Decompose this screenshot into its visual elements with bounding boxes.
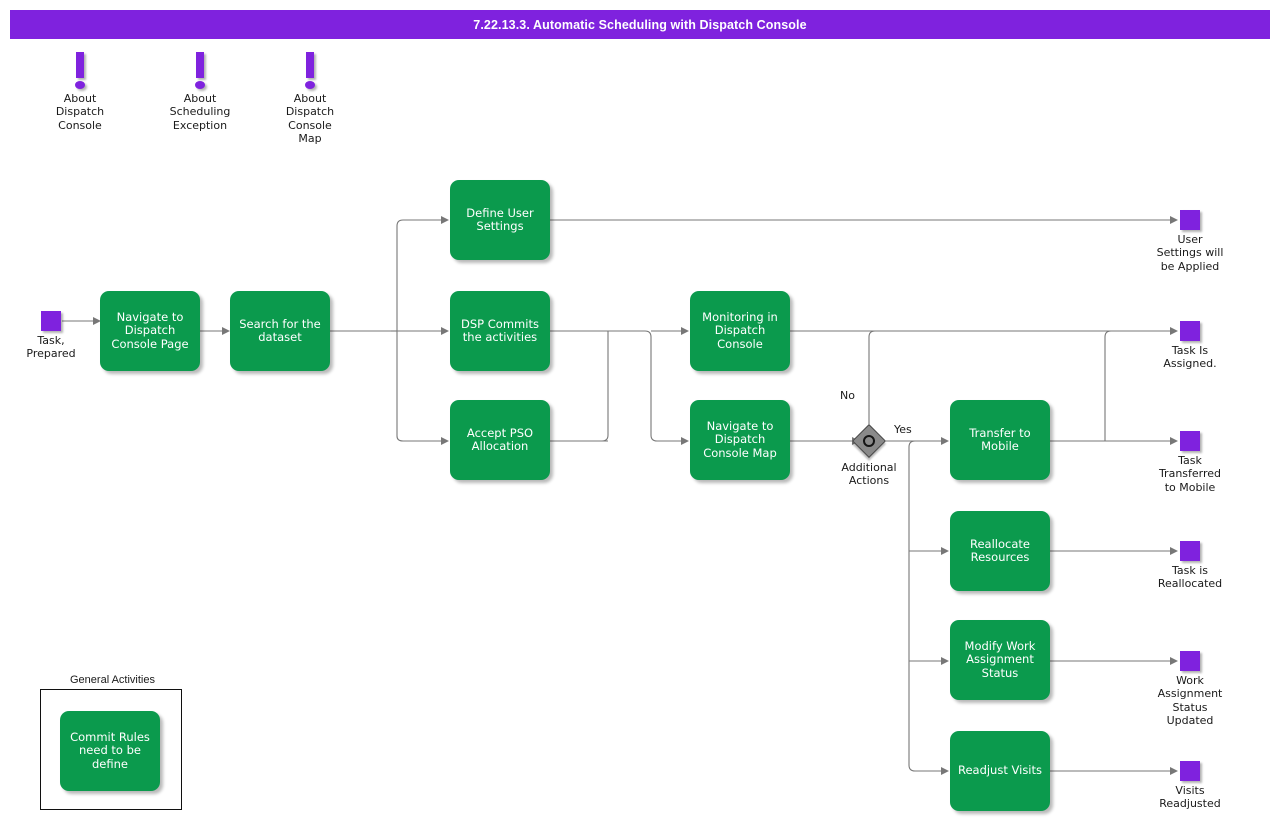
activity-commit-rules-need-to-be-define[interactable]: Commit Rules need to be define [60, 711, 160, 791]
note-about-dispatch-console[interactable]: About Dispatch Console [25, 52, 135, 132]
decision-additional-actions[interactable] [852, 424, 886, 458]
note-about-scheduling-exception[interactable]: About Scheduling Exception [145, 52, 255, 132]
exclamation-note-icon [145, 52, 255, 92]
start-node-marker [41, 311, 61, 331]
arrowhead [681, 437, 689, 445]
end-node-label: Task Transferred to Mobile [1158, 454, 1222, 494]
end-node-work-assignment-status-updated[interactable]: Work Assignment Status Updated [1135, 651, 1245, 728]
decision-label: Additional Actions [841, 461, 897, 488]
activity-accept-pso-allocation[interactable]: Accept PSO Allocation [450, 400, 550, 480]
arrowhead [941, 767, 949, 775]
note-label: About Scheduling Exception [169, 92, 231, 132]
arrowhead [681, 327, 689, 335]
arrowhead [441, 437, 449, 445]
end-node-label: User Settings will be Applied [1156, 233, 1224, 273]
start-node-task-prepared[interactable]: Task, Prepared [0, 311, 106, 361]
note-about-dispatch-console-map[interactable]: About Dispatch Console Map [255, 52, 365, 146]
edge-label-yes: Yes [894, 423, 912, 436]
activity-navigate-to-dispatch-console-map[interactable]: Navigate to Dispatch Console Map [690, 400, 790, 480]
end-node-user-settings-applied[interactable]: User Settings will be Applied [1135, 210, 1245, 273]
end-node-task-is-assigned[interactable]: Task Is Assigned. [1135, 321, 1245, 371]
activity-reallocate-resources[interactable]: Reallocate Resources [950, 511, 1050, 591]
activity-navigate-to-dispatch-console-page[interactable]: Navigate to Dispatch Console Page [100, 291, 200, 371]
arrowhead [441, 327, 449, 335]
activity-dsp-commits-the-activities[interactable]: DSP Commits the activities [450, 291, 550, 371]
merge-riser-left [550, 331, 609, 442]
activity-readjust-visits[interactable]: Readjust Visits [950, 731, 1050, 811]
exclamation-note-icon [25, 52, 135, 92]
group-title-general-activities: General Activities [70, 674, 155, 686]
note-label: About Dispatch Console Map [285, 92, 335, 146]
end-node-marker [1180, 431, 1200, 451]
end-node-task-transferred-to-mobile[interactable]: Task Transferred to Mobile [1135, 431, 1245, 494]
arrowhead [941, 547, 949, 555]
edge-label-no: No [840, 389, 855, 402]
activity-search-for-the-dataset[interactable]: Search for the dataset [230, 291, 330, 371]
flowchart-canvas: 7.22.13.3. Automatic Scheduling with Dis… [0, 0, 1280, 821]
end-node-label: Task Is Assigned. [1163, 344, 1217, 371]
edge-decision-no [868, 330, 876, 424]
exclamation-note-icon [255, 52, 365, 92]
edge-bus-to-accept [396, 435, 441, 442]
activity-monitoring-in-dispatch-console[interactable]: Monitoring in Dispatch Console [690, 291, 790, 371]
end-node-marker [1180, 541, 1200, 561]
end-node-label: Task is Reallocated [1157, 564, 1223, 591]
end-node-task-is-reallocated[interactable]: Task is Reallocated [1135, 541, 1245, 591]
yes-bus-vertical [908, 440, 941, 772]
page-title: 7.22.13.3. Automatic Scheduling with Dis… [10, 10, 1270, 39]
end-node-marker [1180, 761, 1200, 781]
end-node-marker [1180, 321, 1200, 341]
arrowhead [441, 216, 449, 224]
activity-modify-work-assignment-status[interactable]: Modify Work Assignment Status [950, 620, 1050, 700]
note-label: About Dispatch Console [55, 92, 105, 132]
end-node-label: Visits Readjusted [1159, 784, 1221, 811]
arrowhead [222, 327, 230, 335]
activity-define-user-settings[interactable]: Define User Settings [450, 180, 550, 260]
edge-bus-to-define [396, 219, 441, 227]
edge-bus-to-map [608, 330, 681, 442]
decision-ring-icon [863, 435, 875, 447]
end-node-visits-readjusted[interactable]: Visits Readjusted [1135, 761, 1245, 811]
start-node-label: Task, Prepared [26, 334, 76, 361]
arrowhead [941, 657, 949, 665]
end-node-marker [1180, 651, 1200, 671]
arrowhead [941, 437, 949, 445]
activity-transfer-to-mobile[interactable]: Transfer to Mobile [950, 400, 1050, 480]
end-node-marker [1180, 210, 1200, 230]
end-node-label: Work Assignment Status Updated [1157, 674, 1223, 728]
riser-transfer-to-assigned-bus [1104, 330, 1112, 442]
